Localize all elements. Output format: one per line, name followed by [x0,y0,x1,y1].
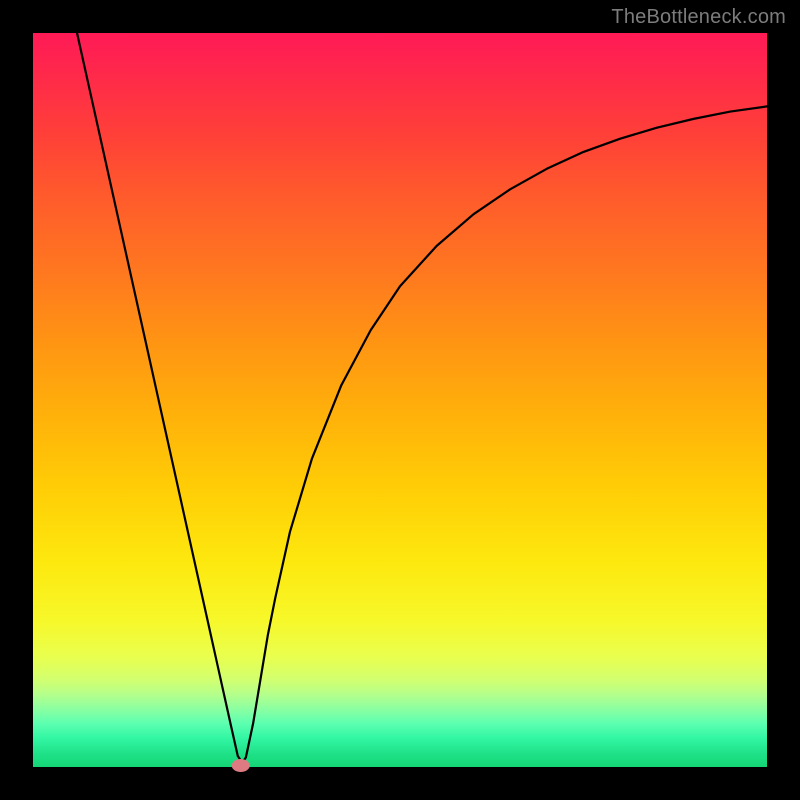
watermark-text: TheBottleneck.com [611,6,786,29]
performance-curve [77,33,767,763]
plot-area [33,33,767,767]
chart-frame: TheBottleneck.com [0,0,800,800]
curve-svg [33,33,767,767]
optimal-point-marker [232,759,250,772]
